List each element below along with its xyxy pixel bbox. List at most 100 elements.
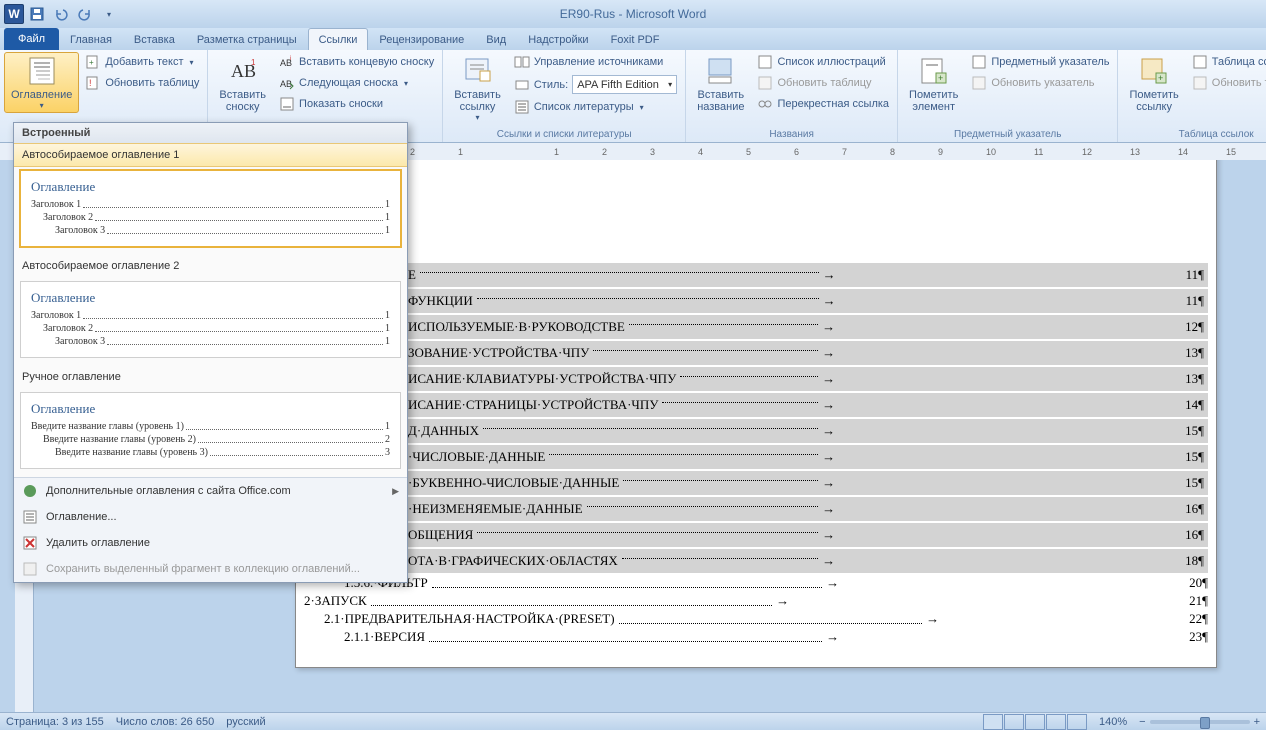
zoom-in-icon[interactable]: + [1254,716,1260,728]
mark-entry-icon: + [918,55,950,87]
gallery-item-auto2[interactable]: Автособираемое оглавление 2 [14,255,407,277]
toc-entry[interactable]: ФУНКЦИИ→11¶ [404,289,1208,313]
gallery-preview-manual[interactable]: Оглавление Введите название главы (урове… [20,392,401,469]
toc-page-num: 15¶ [1185,449,1204,465]
update-authorities-icon [1192,75,1208,91]
status-page[interactable]: Страница: 3 из 155 [6,716,104,728]
update-table-icon: ! [85,75,101,91]
svg-text:1: 1 [251,58,256,67]
show-footnotes-button[interactable]: Показать сноски [275,94,438,114]
tab-addins[interactable]: Надстройки [517,28,599,50]
next-footnote-button[interactable]: ABСледующая сноска▾ [275,73,438,93]
view-print-icon[interactable] [983,714,1003,730]
update-table-button[interactable]: !Обновить таблицу [81,73,203,93]
view-draft-icon[interactable] [1067,714,1087,730]
gallery-item-auto1[interactable]: Автособираемое оглавление 1 [14,143,407,167]
style-combobox[interactable]: APA Fifth Edition▾ [572,75,677,94]
tab-home[interactable]: Главная [59,28,123,50]
gallery-preview-auto1[interactable]: Оглавление Заголовок 11 Заголовок 21 Заг… [19,169,402,248]
undo-icon[interactable] [50,3,72,25]
update-authorities-button[interactable]: Обновить таблицу [1188,73,1266,93]
citation-style[interactable]: Стиль: APA Fifth Edition▾ [510,73,681,96]
status-lang[interactable]: русский [226,716,265,728]
save-icon[interactable] [26,3,48,25]
toc-entry[interactable]: ·НЕИЗМЕНЯЕМЫЕ·ДАННЫЕ→16¶ [404,497,1208,521]
view-outline-icon[interactable] [1046,714,1066,730]
manage-sources-button[interactable]: Управление источниками [510,52,681,72]
tab-insert[interactable]: Вставка [123,28,186,50]
gallery-preview-auto2[interactable]: Оглавление Заголовок 11 Заголовок 21 Заг… [20,281,401,358]
insert-footnote-button[interactable]: AB1 Вставить сноску [212,52,273,116]
zoom-value[interactable]: 140% [1099,716,1127,728]
tab-references[interactable]: Ссылки [308,28,369,50]
crossref-button[interactable]: Перекрестная ссылка [753,94,893,114]
save-selection-icon [22,561,38,577]
toc-entry[interactable]: ЗОВАНИЕ·УСТРОЙСТВА·ЧПУ→13¶ [404,341,1208,365]
toc-entry[interactable]: ИСПОЛЬЗУЕМЫЕ·В·РУКОВОДСТВЕ→12¶ [404,315,1208,339]
toc-entry[interactable]: ·ЧИСЛОВЫЕ·ДАННЫЕ → 15¶ [404,445,1208,469]
svg-text:+: + [938,73,943,83]
view-buttons[interactable] [983,714,1087,730]
mark-entry-button[interactable]: + Пометить элемент [902,52,965,116]
authorities-icon [1192,54,1208,70]
toc-entry[interactable]: ИСАНИЕ·СТРАНИЦЫ·УСТРОЙСТВА·ЧПУ→14¶ [404,393,1208,417]
table-figures-button[interactable]: Список иллюстраций [753,52,893,72]
group-captions: Вставить название Список иллюстраций Обн… [686,50,898,142]
status-words[interactable]: Число слов: 26 650 [116,716,214,728]
add-text-button[interactable]: +Добавить текст▾ [81,52,203,72]
word-app-icon[interactable]: W [4,4,24,24]
office-com-icon [22,483,38,499]
insert-authorities-button[interactable]: Таблица ссылок [1188,52,1266,72]
qat-dropdown-icon[interactable]: ▾ [98,3,120,25]
file-tab[interactable]: Файл [4,28,59,50]
endnote-icon: ABi [279,54,295,70]
zoom-out-icon[interactable]: − [1139,716,1145,728]
toc-entry-text: ·НЕИЗМЕНЯЕМЫЕ·ДАННЫЕ [408,501,583,517]
toc-entry[interactable]: ОТА·В·ГРАФИЧЕСКИХ·ОБЛАСТЯХ→18¶ [404,549,1208,573]
zoom-slider[interactable] [1150,720,1250,724]
toc-entry[interactable]: ОБЩЕНИЯ→16¶ [404,523,1208,547]
tab-mark: → [822,449,835,465]
dropdown-arrow-icon: ▾ [40,101,44,110]
insert-caption-button[interactable]: Вставить название [690,52,751,116]
toc-page: 20¶ [1189,575,1208,591]
toc-page: 23¶ [1189,629,1208,645]
toc-entry-text: ИСПОЛЬЗУЕМЫЕ·В·РУКОВОДСТВЕ [408,319,625,335]
bibliography-button[interactable]: Список литературы▾ [510,97,681,117]
toc-button[interactable]: Оглавление ▾ [4,52,79,113]
toc-entry-text: ИСАНИЕ·КЛАВИАТУРЫ·УСТРОЙСТВА·ЧПУ [408,371,676,387]
toc-entry-text: ФУНКЦИИ [408,293,473,309]
crossref-icon [757,96,773,112]
toc-entry-text: ·ЧИСЛОВЫЕ·ДАННЫЕ [408,449,545,465]
view-web-icon[interactable] [1025,714,1045,730]
tab-mark: → [822,397,835,413]
insert-index-button[interactable]: Предметный указатель [967,52,1113,72]
gallery-section-header: Встроенный [14,123,407,144]
insert-citation-button[interactable]: Вставить ссылку▾ [447,52,508,125]
tab-foxit[interactable]: Foxit PDF [600,28,671,50]
toc-entry[interactable]: Д·ДАННЫХ→15¶ [404,419,1208,443]
view-read-icon[interactable] [1004,714,1024,730]
mark-citation-button[interactable]: + Пометить ссылку [1122,52,1185,116]
document-page[interactable]: Е→11¶ФУНКЦИИ→11¶ИСПОЛЬЗУЕМЫЕ·В·РУКОВОДСТ… [295,160,1217,668]
redo-icon[interactable] [74,3,96,25]
add-text-icon: + [85,54,101,70]
toc-entry-text: 2·ЗАПУСК [304,593,367,609]
update-index-button[interactable]: Обновить указатель [967,73,1113,93]
tab-review[interactable]: Рецензирование [368,28,475,50]
update-figures-button[interactable]: Обновить таблицу [753,73,893,93]
tab-layout[interactable]: Разметка страницы [186,28,308,50]
gallery-item-manual[interactable]: Ручное оглавление [14,366,407,388]
toc-entry[interactable]: ·БУКВЕННО-ЧИСЛОВЫЕ·ДАННЫЕ→15¶ [404,471,1208,495]
toc-entry[interactable]: Е→11¶ [404,263,1208,287]
manage-sources-icon [514,54,530,70]
menu-remove-toc[interactable]: Удалить оглавление [14,530,407,556]
tab-mark: → [822,527,835,543]
zoom-control[interactable]: − + [1139,716,1260,728]
menu-custom-toc[interactable]: Оглавление... [14,504,407,530]
menu-more-office[interactable]: Дополнительные оглавления с сайта Office… [14,478,407,504]
toc-entry[interactable]: ИСАНИЕ·КЛАВИАТУРЫ·УСТРОЙСТВА·ЧПУ→13¶ [404,367,1208,391]
insert-endnote-button[interactable]: ABiВставить концевую сноску [275,52,438,72]
tab-view[interactable]: Вид [475,28,517,50]
toc-page: 21¶ [1189,593,1208,609]
